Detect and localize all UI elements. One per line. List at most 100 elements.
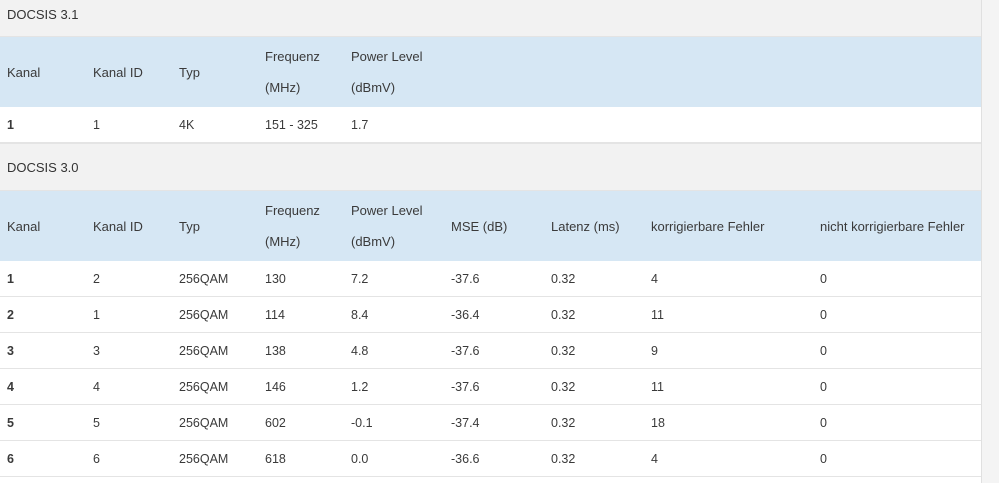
col-header-typ: Typ xyxy=(179,218,200,234)
docsis30-section-title: DOCSIS 3.0 xyxy=(0,143,981,191)
col-header-power-level: Power Level (dBmV) xyxy=(344,37,444,107)
cell-korrigierbare-fehler: 18 xyxy=(644,404,813,441)
cell-empty xyxy=(813,107,981,143)
cell-frequenz: 146 xyxy=(258,368,344,405)
channel-info-panel: DOCSIS 3.1 Kanal Kanal ID Typ Frequenz (… xyxy=(0,0,981,483)
table-row: 3 3 256QAM 138 4.8 -37.6 0.32 9 0 xyxy=(0,332,981,369)
cell-typ: 256QAM xyxy=(172,296,258,333)
cell-empty xyxy=(644,107,813,143)
cell-kanal: 5 xyxy=(0,404,86,441)
cell-power-level: 7.2 xyxy=(344,261,444,297)
table-row: 1 1 4K 151 - 325 1.7 xyxy=(0,107,981,143)
power-level-label: Power Level xyxy=(351,203,423,218)
cell-latenz: 0.32 xyxy=(544,296,644,333)
cell-nicht-korrigierbare-fehler: 0 xyxy=(813,296,981,333)
col-header-empty xyxy=(813,37,981,107)
col-header-kanal: Kanal xyxy=(7,218,41,234)
power-level-unit: (dBmV) xyxy=(351,80,396,95)
cell-power-level: -0.1 xyxy=(344,404,444,441)
cell-kanal-id: 4 xyxy=(86,368,172,405)
cell-korrigierbare-fehler: 4 xyxy=(644,440,813,477)
cell-latenz: 0.32 xyxy=(544,332,644,369)
cell-kanal-id: 3 xyxy=(86,332,172,369)
cell-kanal: 1 xyxy=(0,107,86,143)
col-header-frequenz: Frequenz (MHz) xyxy=(258,37,344,107)
docsis30-table: Kanal Kanal ID Typ Frequenz (MHz) Power … xyxy=(0,191,981,477)
table-row: 4 4 256QAM 146 1.2 -37.6 0.32 11 0 xyxy=(0,368,981,405)
cell-korrigierbare-fehler: 4 xyxy=(644,261,813,297)
col-header-empty xyxy=(544,37,644,107)
table-row: 5 5 256QAM 602 -0.1 -37.4 0.32 18 0 xyxy=(0,404,981,441)
cell-korrigierbare-fehler: 9 xyxy=(644,332,813,369)
cell-kanal: 3 xyxy=(0,332,86,369)
col-header-kanal-id: Kanal ID xyxy=(93,64,143,80)
cell-mse: -37.4 xyxy=(444,404,544,441)
cell-typ: 256QAM xyxy=(172,332,258,369)
scrollbar-track[interactable] xyxy=(981,0,999,483)
cell-mse: -36.4 xyxy=(444,296,544,333)
frequenz-label: Frequenz xyxy=(265,49,320,64)
cell-mse: -37.6 xyxy=(444,261,544,297)
cell-frequenz: 618 xyxy=(258,440,344,477)
cell-power-level: 1.7 xyxy=(344,107,444,143)
cell-typ: 256QAM xyxy=(172,368,258,405)
docsis31-section-title: DOCSIS 3.1 xyxy=(0,0,981,37)
cell-kanal-id: 1 xyxy=(86,296,172,333)
cell-nicht-korrigierbare-fehler: 0 xyxy=(813,440,981,477)
col-header-typ: Typ xyxy=(179,64,200,80)
col-header-mse: MSE (dB) xyxy=(451,218,508,234)
cell-kanal-id: 1 xyxy=(86,107,172,143)
cell-frequenz: 602 xyxy=(258,404,344,441)
cell-latenz: 0.32 xyxy=(544,261,644,297)
cell-typ: 256QAM xyxy=(172,440,258,477)
cell-mse: -37.6 xyxy=(444,332,544,369)
col-header-power-level: Power Level (dBmV) xyxy=(344,191,444,261)
cell-typ: 256QAM xyxy=(172,404,258,441)
cell-latenz: 0.32 xyxy=(544,404,644,441)
cell-nicht-korrigierbare-fehler: 0 xyxy=(813,332,981,369)
power-level-label: Power Level xyxy=(351,49,423,64)
table-row: 2 1 256QAM 114 8.4 -36.4 0.32 11 0 xyxy=(0,296,981,333)
frequenz-unit: (MHz) xyxy=(265,80,301,95)
cell-frequenz: 114 xyxy=(258,296,344,333)
cell-kanal: 6 xyxy=(0,440,86,477)
cell-kanal-id: 5 xyxy=(86,404,172,441)
cell-nicht-korrigierbare-fehler: 0 xyxy=(813,404,981,441)
cell-latenz: 0.32 xyxy=(544,368,644,405)
power-level-unit: (dBmV) xyxy=(351,234,396,249)
col-header-empty xyxy=(644,37,813,107)
cell-kanal: 2 xyxy=(0,296,86,333)
cell-kanal-id: 6 xyxy=(86,440,172,477)
table-row: 1 2 256QAM 130 7.2 -37.6 0.32 4 0 xyxy=(0,261,981,297)
col-header-kanal-id: Kanal ID xyxy=(93,218,143,234)
cell-typ: 256QAM xyxy=(172,261,258,297)
col-header-empty xyxy=(444,37,544,107)
cell-kanal: 4 xyxy=(0,368,86,405)
cell-latenz: 0.32 xyxy=(544,440,644,477)
cell-frequenz: 138 xyxy=(258,332,344,369)
docsis31-header-row: Kanal Kanal ID Typ Frequenz (MHz) Power … xyxy=(0,37,981,107)
table-row: 6 6 256QAM 618 0.0 -36.6 0.32 4 0 xyxy=(0,440,981,477)
col-header-kanal: Kanal xyxy=(7,64,41,80)
frequenz-label: Frequenz xyxy=(265,203,320,218)
cell-empty xyxy=(444,107,544,143)
cell-kanal-id: 2 xyxy=(86,261,172,297)
cell-korrigierbare-fehler: 11 xyxy=(644,296,813,333)
cell-empty xyxy=(544,107,644,143)
cell-korrigierbare-fehler: 11 xyxy=(644,368,813,405)
cell-kanal: 1 xyxy=(0,261,86,297)
docsis31-table: Kanal Kanal ID Typ Frequenz (MHz) Power … xyxy=(0,37,981,143)
col-header-nicht-korrigierbare-fehler: nicht korrigierbare Fehler xyxy=(820,218,965,234)
cell-nicht-korrigierbare-fehler: 0 xyxy=(813,261,981,297)
col-header-korrigierbare-fehler: korrigierbare Fehler xyxy=(651,218,765,234)
cell-mse: -37.6 xyxy=(444,368,544,405)
cell-power-level: 1.2 xyxy=(344,368,444,405)
cell-power-level: 0.0 xyxy=(344,440,444,477)
cell-frequenz: 130 xyxy=(258,261,344,297)
cell-typ: 4K xyxy=(172,107,258,143)
cell-nicht-korrigierbare-fehler: 0 xyxy=(813,368,981,405)
cell-power-level: 4.8 xyxy=(344,332,444,369)
col-header-latenz: Latenz (ms) xyxy=(551,218,620,234)
cell-frequenz: 151 - 325 xyxy=(258,107,344,143)
docsis30-header-row: Kanal Kanal ID Typ Frequenz (MHz) Power … xyxy=(0,191,981,261)
